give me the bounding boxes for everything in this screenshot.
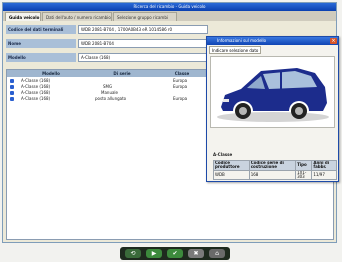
column-header[interactable]: Di serie bbox=[87, 70, 157, 77]
row-icon bbox=[10, 79, 14, 83]
column-header[interactable]: Classe bbox=[157, 70, 207, 77]
confirm-icon[interactable]: ✔ bbox=[167, 249, 183, 258]
model-info-popup: Informazioni sul modello × Indicare sele… bbox=[206, 36, 339, 182]
row-icon bbox=[10, 97, 14, 101]
name-field[interactable]: WDB 2081-B704 bbox=[78, 39, 208, 48]
cancel-icon[interactable]: ✖ bbox=[188, 249, 204, 258]
table-cell: 1X1-303 bbox=[295, 169, 313, 180]
car-name: A-Classe bbox=[213, 152, 233, 157]
tab-dati-auto[interactable]: Dati dell'auto / numero ricambio bbox=[42, 12, 112, 21]
table-header-cell: Anni di fabbr. bbox=[311, 160, 337, 171]
close-icon[interactable]: × bbox=[330, 38, 337, 44]
table-cell: 11/97 bbox=[311, 169, 337, 180]
table-header-cell: Codice serie di costruzione bbox=[248, 160, 297, 171]
terminal-code-field[interactable]: WDB 2081-B704 , 1700A0B43 eR 1014586 r0 bbox=[78, 25, 208, 34]
window-title: Ricerca del ricambio - Guida veicolo bbox=[3, 3, 336, 11]
car-icon bbox=[217, 68, 329, 122]
field-label: Codice del dati terminali bbox=[6, 25, 76, 34]
tab-selezione-gruppo[interactable]: Selezione gruppo ricambi bbox=[113, 12, 177, 21]
back-arrow-icon[interactable]: ⟲ bbox=[125, 249, 141, 258]
field-label: Modello bbox=[6, 53, 76, 62]
cell-serie: posto allungato bbox=[95, 96, 127, 101]
table-header-cell: Codice produttore bbox=[213, 160, 250, 171]
model-detail-table: Codice produttore Codice serie di costru… bbox=[213, 160, 337, 180]
table-cell: 168 bbox=[248, 169, 297, 180]
popup-tab[interactable]: Indicare selezione dato bbox=[209, 46, 261, 54]
forward-icon[interactable]: ▶ bbox=[146, 249, 162, 258]
column-header[interactable]: Modello bbox=[21, 70, 81, 77]
row-icon bbox=[10, 85, 14, 89]
cell-modello: A-Classe (168) bbox=[21, 96, 51, 101]
bottom-toolbar: ⟲ ▶ ✔ ✖ ⌂ bbox=[120, 247, 230, 260]
model-field[interactable]: A-Classe (168) bbox=[78, 53, 208, 62]
tab-guida-veicolo[interactable]: Guida veicolo bbox=[5, 12, 41, 21]
car-image bbox=[210, 56, 335, 128]
home-icon[interactable]: ⌂ bbox=[209, 249, 225, 258]
popup-title: Informazioni sul modello bbox=[207, 37, 338, 45]
table-header-cell: Tipo bbox=[295, 160, 313, 171]
tab-strip: Guida veicolo Dati dell'auto / numero ri… bbox=[3, 11, 336, 21]
table-cell: WDB bbox=[213, 169, 250, 180]
field-label: Nome bbox=[6, 39, 76, 48]
row-icon bbox=[10, 91, 14, 95]
